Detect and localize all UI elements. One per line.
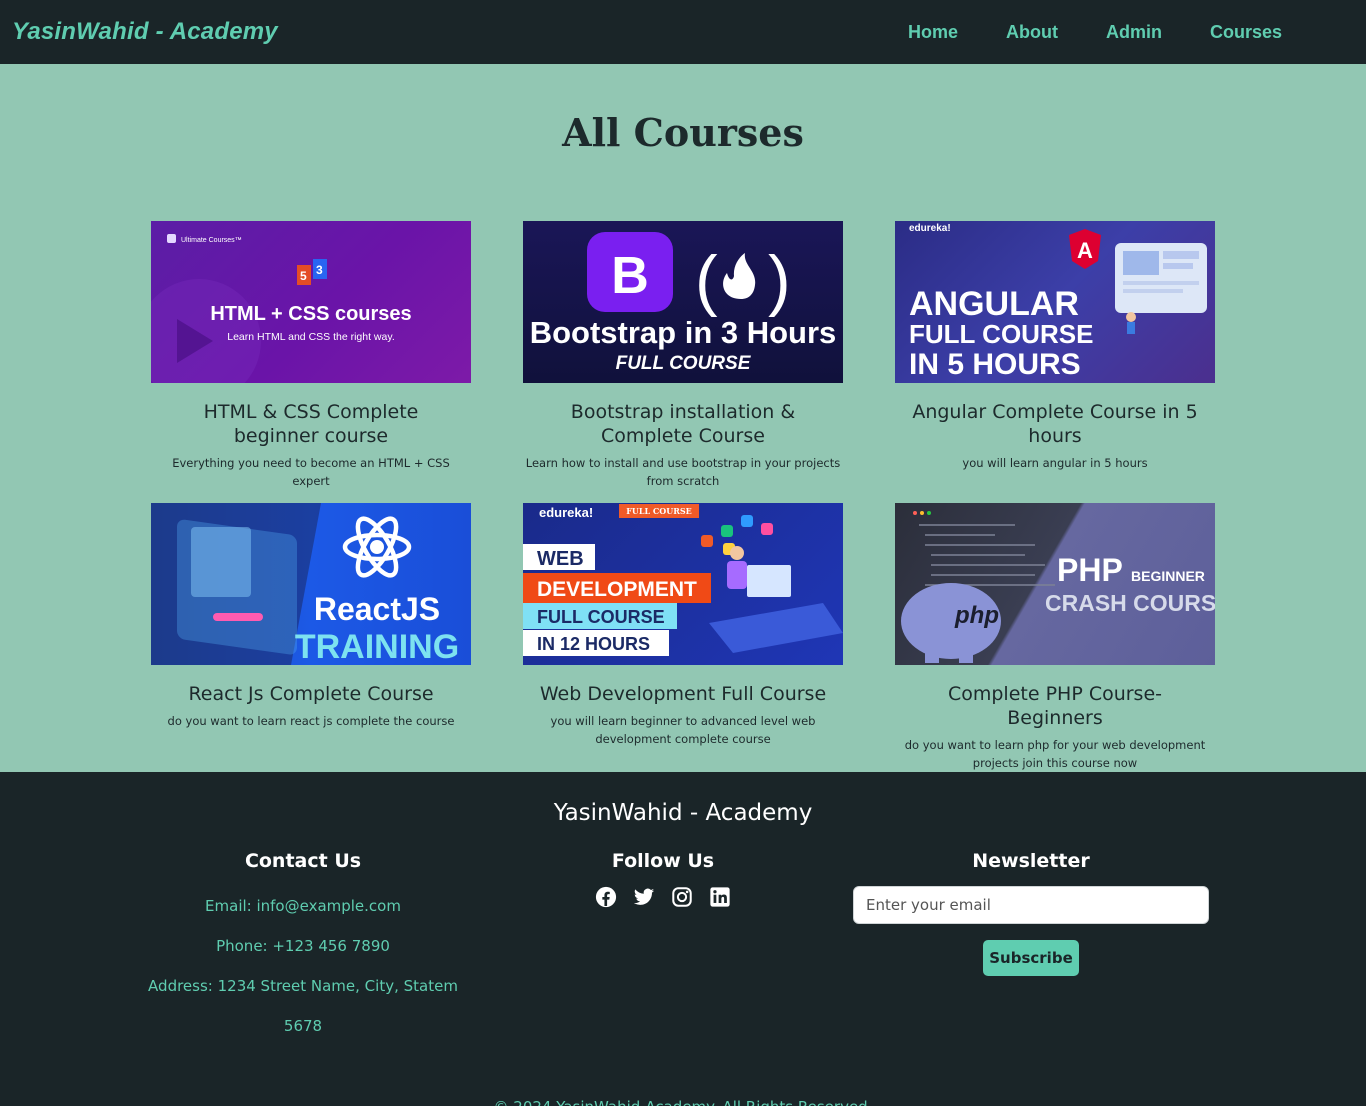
footer: YasinWahid - Academy Contact Us Email: i… bbox=[0, 772, 1366, 1106]
course-card-web-development[interactable]: edureka! FULL COURSE WEB DEVELOPMENT FUL… bbox=[523, 503, 843, 773]
svg-text:ANGULAR: ANGULAR bbox=[909, 285, 1079, 323]
svg-text:HTML + CSS courses: HTML + CSS courses bbox=[210, 303, 411, 325]
instagram-icon[interactable] bbox=[671, 886, 693, 908]
nav-link-about[interactable]: About bbox=[1006, 22, 1058, 43]
newsletter-email-input[interactable] bbox=[853, 886, 1209, 924]
svg-text:ReactJS: ReactJS bbox=[314, 591, 440, 627]
course-description: do you want to learn php for your web de… bbox=[904, 738, 1206, 770]
svg-text:FULL COURSE: FULL COURSE bbox=[537, 607, 665, 627]
contact-column: Contact Us Email: info@example.com Phone… bbox=[133, 850, 473, 1046]
svg-text:CRASH COURSE: CRASH COURSE bbox=[1045, 590, 1215, 616]
course-grid-row-2: ReactJS TRAINING React Js Complete Cours… bbox=[151, 503, 1215, 773]
svg-text:Learn HTML and CSS the right w: Learn HTML and CSS the right way. bbox=[227, 331, 395, 343]
copyright: © 2024 YasinWahid-Academy. All Rights Re… bbox=[0, 1098, 1366, 1106]
course-thumbnail[interactable]: B ( ) Bootstrap in 3 Hours FULL COURSE bbox=[523, 221, 843, 383]
contact-email: Email: info@example.com bbox=[205, 897, 401, 915]
svg-text:IN 12 HOURS: IN 12 HOURS bbox=[537, 634, 650, 654]
social-links bbox=[473, 886, 853, 908]
svg-text:IN 5 HOURS: IN 5 HOURS bbox=[909, 348, 1081, 381]
svg-text:3: 3 bbox=[316, 263, 323, 277]
svg-text:Bootstrap in 3 Hours: Bootstrap in 3 Hours bbox=[530, 315, 837, 350]
course-thumbnail[interactable]: Ultimate Courses™ 5 3 HTML + CSS courses… bbox=[151, 221, 471, 383]
course-description: you will learn beginner to advanced leve… bbox=[550, 714, 816, 746]
course-title[interactable]: Bootstrap installation & Complete Course bbox=[523, 400, 843, 448]
svg-text:edureka!: edureka! bbox=[909, 223, 951, 234]
course-title[interactable]: Angular Complete Course in 5 hours bbox=[895, 400, 1215, 448]
brand-logo[interactable]: YasinWahid - Academy bbox=[12, 18, 278, 46]
contact-heading: Contact Us bbox=[244, 850, 362, 872]
course-thumbnail[interactable]: ReactJS TRAINING bbox=[151, 503, 471, 665]
svg-text:WEB: WEB bbox=[537, 548, 584, 570]
svg-text:php: php bbox=[954, 602, 999, 629]
svg-text:(: ( bbox=[695, 242, 718, 318]
svg-text:BEGINNER: BEGINNER bbox=[1131, 568, 1205, 584]
course-description: do you want to learn react js complete t… bbox=[167, 714, 455, 728]
svg-text:PHP: PHP bbox=[1057, 552, 1123, 588]
course-thumbnail[interactable]: php PHP BEGINNER CRASH COURSE bbox=[895, 503, 1215, 665]
contact-address: Address: 1234 Street Name, City, Statem … bbox=[148, 977, 458, 1035]
course-grid-row-1: Ultimate Courses™ 5 3 HTML + CSS courses… bbox=[151, 221, 1215, 503]
svg-text:FULL COURSE: FULL COURSE bbox=[626, 506, 692, 516]
subscribe-button[interactable]: Subscribe bbox=[983, 940, 1079, 976]
nav-link-home[interactable]: Home bbox=[908, 22, 958, 43]
newsletter-heading: Newsletter bbox=[972, 850, 1090, 872]
course-thumbnail[interactable]: edureka! A ANGULAR FULL COURSE IN 5 HOUR… bbox=[895, 221, 1215, 383]
course-description: you will learn angular in 5 hours bbox=[962, 456, 1148, 470]
courses-section: All Courses Ultimate Courses™ 5 3 HTML +… bbox=[0, 64, 1366, 772]
svg-text:edureka!: edureka! bbox=[539, 505, 593, 520]
svg-text:A: A bbox=[1077, 238, 1093, 263]
svg-text:FULL COURSE: FULL COURSE bbox=[616, 353, 752, 374]
course-description: Everything you need to become an HTML + … bbox=[172, 456, 450, 488]
course-card-html-css[interactable]: Ultimate Courses™ 5 3 HTML + CSS courses… bbox=[151, 221, 471, 503]
svg-text:DEVELOPMENT: DEVELOPMENT bbox=[537, 578, 697, 601]
course-title[interactable]: Complete PHP Course- Beginners bbox=[895, 682, 1215, 730]
facebook-icon[interactable] bbox=[595, 886, 617, 908]
follow-heading: Follow Us bbox=[611, 850, 715, 872]
footer-title: YasinWahid - Academy bbox=[553, 800, 813, 826]
course-title[interactable]: React Js Complete Course bbox=[151, 682, 471, 706]
svg-text:): ) bbox=[768, 242, 791, 318]
navbar: YasinWahid - Academy Home About Admin Co… bbox=[0, 0, 1366, 64]
course-card-react[interactable]: ReactJS TRAINING React Js Complete Cours… bbox=[151, 503, 471, 773]
course-description: Learn how to install and use bootstrap i… bbox=[525, 456, 841, 488]
newsletter-column: Newsletter Subscribe bbox=[853, 850, 1209, 1046]
svg-text:FULL COURSE: FULL COURSE bbox=[909, 319, 1093, 349]
twitter-icon[interactable] bbox=[633, 886, 655, 908]
thumb-badge-text: Ultimate Courses™ bbox=[181, 237, 242, 244]
course-title[interactable]: Web Development Full Course bbox=[523, 682, 843, 706]
page-title: All Courses bbox=[562, 110, 804, 155]
linkedin-icon[interactable] bbox=[709, 886, 731, 908]
follow-column: Follow Us bbox=[473, 850, 853, 1046]
svg-text:TRAINING: TRAINING bbox=[295, 628, 459, 665]
course-title[interactable]: HTML & CSS Complete beginner course bbox=[151, 400, 471, 448]
course-card-bootstrap[interactable]: B ( ) Bootstrap in 3 Hours FULL COURSE B… bbox=[523, 221, 843, 503]
nav-link-courses[interactable]: Courses bbox=[1210, 22, 1282, 43]
footer-columns: Contact Us Email: info@example.com Phone… bbox=[133, 850, 1233, 1046]
nav-link-admin[interactable]: Admin bbox=[1106, 22, 1162, 43]
svg-text:B: B bbox=[611, 247, 649, 305]
course-card-angular[interactable]: edureka! A ANGULAR FULL COURSE IN 5 HOUR… bbox=[895, 221, 1215, 503]
nav-links: Home About Admin Courses bbox=[860, 22, 1282, 43]
svg-text:5: 5 bbox=[300, 269, 307, 283]
course-card-php[interactable]: php PHP BEGINNER CRASH COURSE Complete P… bbox=[895, 503, 1215, 773]
contact-phone: Phone: +123 456 7890 bbox=[216, 937, 390, 955]
course-thumbnail[interactable]: edureka! FULL COURSE WEB DEVELOPMENT FUL… bbox=[523, 503, 843, 665]
